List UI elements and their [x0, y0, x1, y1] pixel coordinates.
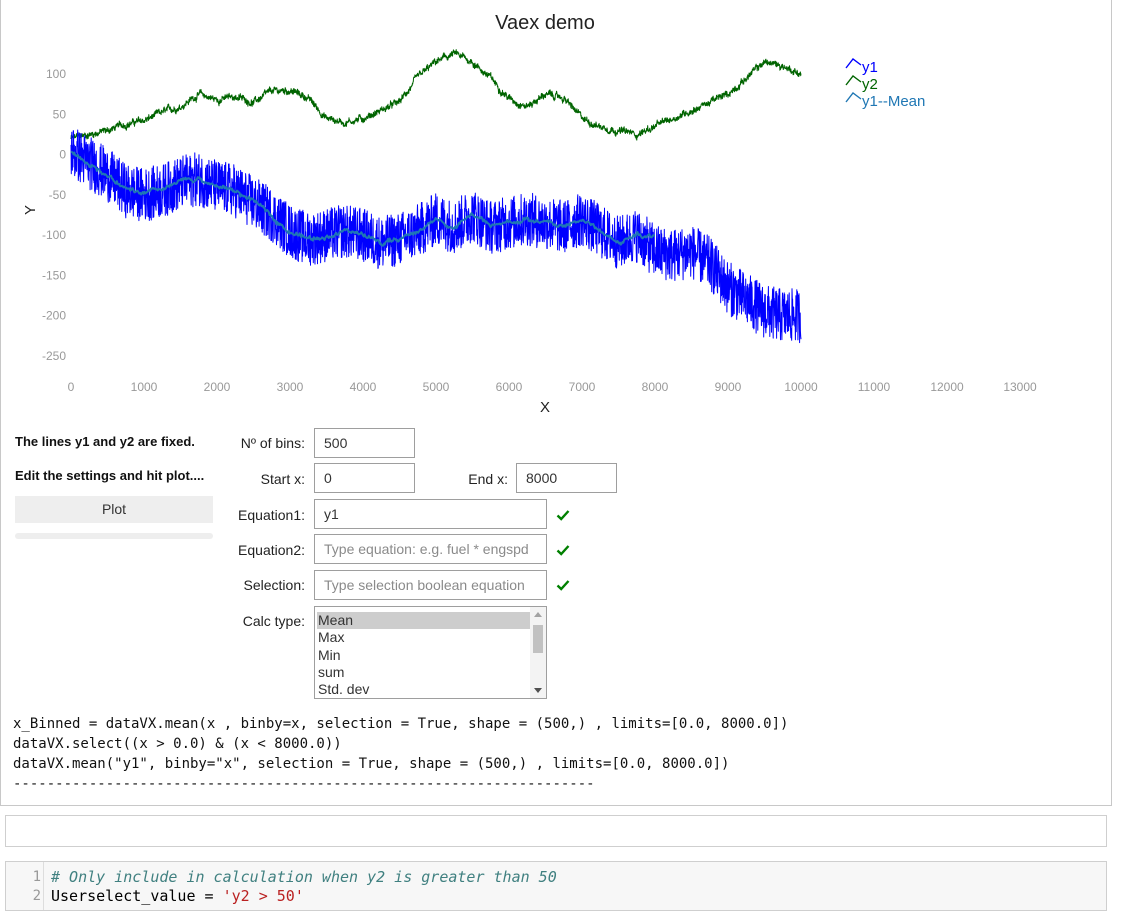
equation1-valid-check-icon — [556, 510, 570, 521]
x-tick-label: 6000 — [496, 380, 523, 394]
equation1-input[interactable]: y1 — [314, 499, 547, 529]
line-number: 1 — [32, 869, 41, 885]
y-tick-label: -200 — [42, 309, 66, 323]
y-tick-label: 0 — [59, 148, 66, 162]
x-tick-label: 13000 — [1003, 380, 1037, 394]
scroll-up-arrow-icon[interactable] — [534, 612, 542, 617]
scrollbar-thumb[interactable] — [533, 625, 543, 653]
x-tick-label: 5000 — [423, 380, 450, 394]
x-tick-label: 7000 — [569, 380, 596, 394]
x-tick-label: 2000 — [204, 380, 231, 394]
chart-legend: y1y2y1--Mean — [845, 58, 925, 110]
x-tick-label: 3000 — [277, 380, 304, 394]
legend-entry[interactable]: y1--Mean — [862, 93, 925, 110]
scroll-down-arrow-icon[interactable] — [534, 688, 542, 693]
calc-type-label: Calc type: — [242, 613, 305, 629]
progress-bar — [15, 533, 213, 539]
calc-option-std-dev[interactable]: Std. dev — [317, 681, 530, 698]
x-tick-label: 0 — [68, 380, 75, 394]
x-tick-label: 10000 — [784, 380, 818, 394]
equation2-label: Equation2: — [238, 542, 305, 558]
line-number-gutter: 1 2 — [6, 862, 44, 910]
series-line-y2 — [70, 49, 802, 141]
calc-option-min[interactable]: Min — [317, 647, 530, 664]
endx-input[interactable]: 8000 — [516, 463, 617, 493]
equation2-valid-check-icon — [556, 545, 570, 556]
empty-code-cell[interactable] — [5, 815, 1107, 847]
info-text-edit-settings: Edit the settings and hit plot.... — [15, 468, 205, 483]
output-line: dataVX.select((x > 0.0) & (x < 8000.0)) — [13, 736, 342, 752]
bins-label: Nº of bins: — [240, 435, 305, 451]
y-tick-label: 100 — [46, 67, 66, 81]
x-tick-label: 8000 — [642, 380, 669, 394]
code-cell-editor[interactable]: 1 2 # Only include in calculation when y… — [5, 861, 1107, 911]
x-tick-label: 11000 — [858, 380, 891, 394]
cell-output-text: x_Binned = dataVX.mean(x , binby=x, sele… — [13, 714, 788, 794]
info-text-fixed-lines: The lines y1 and y2 are fixed. — [15, 434, 195, 449]
series-line-y1 — [70, 129, 802, 344]
legend-entry[interactable]: y1 — [862, 59, 878, 76]
equation2-input[interactable]: Type equation: e.g. fuel * engspd — [314, 534, 547, 564]
y-tick-label: -50 — [49, 188, 67, 202]
y-tick-label: -100 — [42, 228, 66, 242]
startx-input[interactable]: 0 — [314, 463, 415, 493]
equation1-label: Equation1: — [238, 507, 305, 523]
calc-option-mean[interactable]: Mean — [317, 612, 530, 629]
legend-line-icon — [845, 92, 862, 103]
y-tick-label: 50 — [53, 107, 67, 121]
legend-line-icon — [845, 58, 862, 69]
calc-type-scrollbar[interactable] — [530, 607, 546, 698]
bins-input[interactable]: 500 — [314, 428, 415, 458]
chart-title: Vaex demo — [495, 12, 595, 34]
line-number: 2 — [32, 888, 41, 904]
output-line: x_Binned = dataVX.mean(x , binby=x, sele… — [13, 716, 789, 732]
x-tick-label: 12000 — [930, 380, 964, 394]
notebook-output-cell: Vaex demo 0 1000 2000 3000 4000 5000 6000 7000 8… — [0, 0, 1112, 806]
legend-entry[interactable]: y2 — [862, 76, 878, 93]
startx-label: Start x: — [260, 471, 305, 487]
code-string: 'y2 > 50' — [222, 887, 304, 905]
calc-option-sum[interactable]: sum — [317, 664, 530, 681]
selection-input[interactable]: Type selection boolean equation — [314, 570, 547, 600]
code-assignment: Userselect_value = 'y2 > 50' — [51, 887, 304, 905]
x-tick-label: 9000 — [715, 380, 742, 394]
plot-button[interactable]: Plot — [15, 496, 213, 523]
calc-type-select[interactable]: Mean Max Min sum Std. dev — [314, 606, 547, 699]
legend-line-icon — [845, 75, 862, 86]
selection-label: Selection: — [243, 577, 305, 593]
y-tick-label: -150 — [42, 268, 66, 282]
line-chart: Vaex demo 0 1000 2000 3000 4000 5000 6000 7000 8… — [1, 0, 1113, 418]
chart-canvas: Vaex demo 0 1000 2000 3000 4000 5000 6000 7000 8… — [22, 12, 1037, 416]
x-tick-label: 4000 — [350, 380, 377, 394]
y-axis-label: Y — [22, 205, 39, 215]
code-comment: # Only include in calculation when y2 is… — [51, 868, 557, 886]
output-line: dataVX.mean("y1", binby="x", selection =… — [13, 756, 730, 772]
selection-valid-check-icon — [556, 580, 570, 591]
endx-label: End x: — [468, 471, 508, 487]
x-tick-label: 1000 — [131, 380, 158, 394]
y-tick-label: -250 — [42, 349, 66, 363]
calc-option-max[interactable]: Max — [317, 629, 530, 646]
code-variable: Userselect_value = — [51, 887, 223, 905]
output-separator: ----------------------------------------… — [13, 776, 595, 792]
x-axis-label: X — [540, 399, 550, 416]
